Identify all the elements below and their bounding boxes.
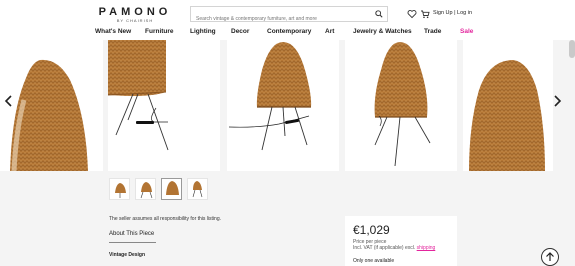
main-nav: What's New Furniture Lighting Decor Cont… [95,28,480,38]
logo-wordmark: PAMONO [98,6,172,18]
chevron-right-icon[interactable] [552,95,562,107]
vat-text: Incl. VAT (if applicable) excl. [353,245,416,251]
about-heading[interactable]: About This Piece [109,231,154,237]
lamp-photo [10,59,88,171]
nav-lighting[interactable]: Lighting [190,28,231,38]
lamp-photo [374,42,431,167]
nav-art[interactable]: Art [325,28,353,38]
thumbnail-strip [109,178,213,200]
auth-links[interactable]: Sign Up | Log in [433,10,472,16]
price-card: €1,029 Price per piece Incl. VAT (if app… [345,216,457,266]
nav-sale[interactable]: Sale [460,28,480,38]
lamp-photo [228,42,312,151]
logo-tagline: BY CHAIRISH [116,18,154,23]
logo[interactable]: PAMONO BY CHAIRISH [95,6,175,24]
price-amount: €1,029 [353,223,390,237]
nav-trade[interactable]: Trade [424,28,460,38]
nav-contemporary[interactable]: Contemporary [267,28,325,38]
design-label: Vintage Design [109,252,146,258]
thumbnail[interactable] [109,178,130,200]
seller-note: The seller assumes all responsibility fo… [109,216,221,222]
heart-icon[interactable] [407,9,417,19]
nav-whats-new[interactable]: What's New [95,28,145,38]
lamp-photo [469,60,545,171]
vat-note: Incl. VAT (if applicable) excl. shipping [353,245,435,251]
thumbnail[interactable] [161,178,182,200]
search-box[interactable] [190,6,388,26]
arrow-up-icon [546,252,554,261]
nav-decor[interactable]: Decor [231,28,267,38]
availability: Only one available [353,258,395,264]
scrollbar-thumb[interactable] [569,40,575,58]
site-header: PAMONO BY CHAIRISH Sign Up | Log in What… [0,0,575,40]
lamp-photo [108,40,169,151]
back-to-top-button[interactable] [541,248,559,266]
search-input[interactable] [191,12,371,26]
image-carousel[interactable] [0,40,575,172]
carousel-slide[interactable] [227,40,339,171]
thumbnail[interactable] [187,178,208,200]
about-underline [109,242,156,243]
search-icon[interactable] [375,10,383,18]
carousel-slide[interactable] [463,40,553,171]
chevron-left-icon[interactable] [4,95,14,107]
nav-jewelry-watches[interactable]: Jewelry & Watches [353,28,424,38]
nav-furniture[interactable]: Furniture [145,28,190,38]
shipping-link[interactable]: shipping [417,245,436,251]
carousel-slide[interactable] [0,40,103,171]
thumbnail[interactable] [135,178,156,200]
carousel-slide[interactable] [108,40,220,171]
carousel-slide[interactable] [345,40,457,171]
cart-icon[interactable] [420,9,430,19]
